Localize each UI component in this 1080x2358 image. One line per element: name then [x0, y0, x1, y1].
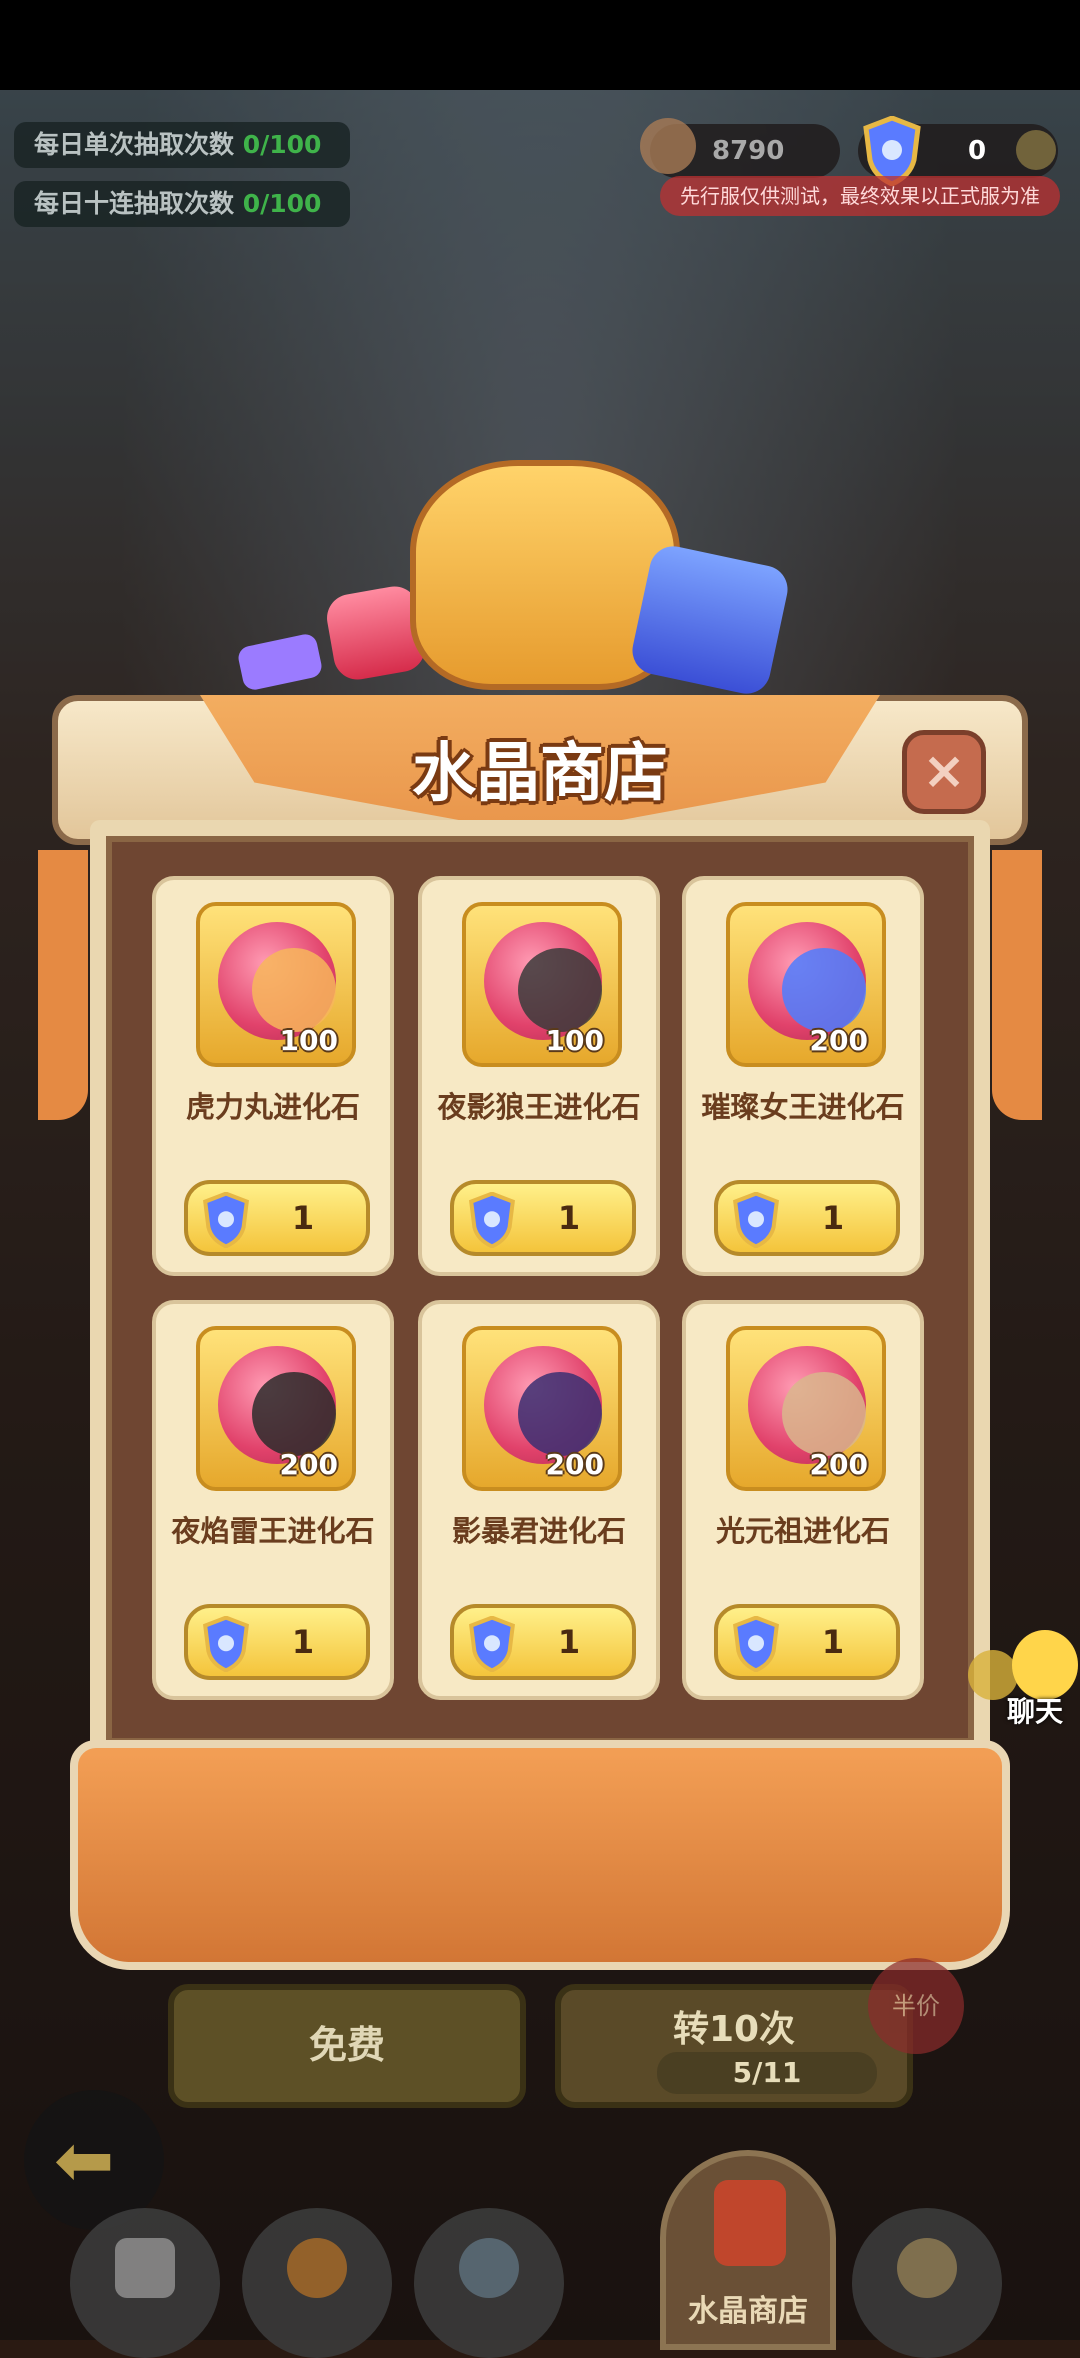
crystal-shield-icon	[198, 1191, 254, 1249]
evolution-stone-icon	[484, 922, 602, 1040]
crystal-shield-icon	[728, 1191, 784, 1249]
buy-button[interactable]: 1	[714, 1604, 900, 1680]
test-server-notice: 先行服仅供测试，最终效果以正式服为准	[660, 176, 1060, 216]
creature-portrait-icon	[782, 948, 866, 1032]
evolution-stone-icon	[748, 922, 866, 1040]
shop-item-card[interactable]: 200 璀璨女王进化石 1	[682, 876, 924, 1276]
item-quantity: 100	[545, 1024, 604, 1057]
back-arrow-icon: ⬅	[54, 2118, 115, 2202]
buy-button[interactable]: 1	[184, 1604, 370, 1680]
daily-ten-draw-counter: 每日十连抽取次数 0/100	[14, 181, 350, 227]
creature-portrait-icon	[782, 1372, 866, 1456]
shop-stall-icon	[714, 2180, 786, 2266]
free-draw-button[interactable]: 免费	[168, 1984, 526, 2108]
daily-single-value: 0/100	[242, 130, 322, 159]
item-name: 夜影狼王进化石	[437, 1090, 641, 1124]
bottom-tab-5[interactable]	[852, 2208, 1002, 2358]
buy-button[interactable]: 1	[714, 1180, 900, 1256]
cards-icon	[115, 2238, 175, 2298]
evolution-stone-icon	[748, 1346, 866, 1464]
daily-ten-value: 0/100	[242, 189, 322, 218]
portal-icon	[459, 2238, 519, 2298]
buy-button[interactable]: 1	[184, 1180, 370, 1256]
item-price: 1	[821, 1199, 845, 1237]
item-price: 1	[557, 1623, 581, 1661]
coins-value: 8790	[712, 136, 785, 166]
coin-icon	[640, 118, 696, 174]
crystal-shield-icon	[464, 1615, 520, 1673]
item-name: 夜焰雷王进化石	[171, 1514, 375, 1548]
shop-item-card[interactable]: 100 虎力丸进化石 1	[152, 876, 394, 1276]
evolution-stone-frame: 200	[196, 1326, 356, 1491]
item-quantity: 200	[545, 1448, 604, 1481]
half-price-badge: 半价	[868, 1958, 964, 2054]
curtain-right	[992, 850, 1042, 1120]
ten-draw-count: 5/11	[657, 2052, 877, 2094]
item-quantity: 200	[809, 1024, 868, 1057]
creature-portrait-icon	[518, 1372, 602, 1456]
buy-button[interactable]: 1	[450, 1604, 636, 1680]
status-bar	[0, 0, 1080, 90]
item-quantity: 200	[809, 1448, 868, 1481]
shop-title: 水晶商店	[412, 737, 668, 811]
creature-portrait-icon	[252, 948, 336, 1032]
evolution-stone-frame: 200	[726, 1326, 886, 1491]
evolution-stone-frame: 200	[726, 902, 886, 1067]
item-name: 光元祖进化石	[715, 1514, 890, 1548]
evolution-stone-icon	[218, 1346, 336, 1464]
bottom-tab-2[interactable]	[242, 2208, 392, 2358]
item-name: 虎力丸进化石	[185, 1090, 360, 1124]
evolution-stone-icon	[484, 1346, 602, 1464]
buy-button[interactable]: 1	[450, 1180, 636, 1256]
evolution-stone-frame: 100	[462, 902, 622, 1067]
item-name: 影暴君进化石	[451, 1514, 626, 1548]
bottom-banner-decoration	[70, 1740, 1010, 1970]
bottom-tab-1[interactable]	[70, 2208, 220, 2358]
item-price: 1	[291, 1623, 315, 1661]
curtain-left	[38, 850, 88, 1120]
crystal-shield-icon	[728, 1615, 784, 1673]
free-draw-label: 免费	[308, 2023, 385, 2067]
item-price: 1	[821, 1623, 845, 1661]
trophy-icon	[897, 2238, 957, 2298]
daily-single-label: 每日单次抽取次数	[34, 130, 235, 159]
item-price: 1	[291, 1199, 315, 1237]
creature-portrait-icon	[518, 948, 602, 1032]
evolution-stone-icon	[218, 922, 336, 1040]
shop-item-card[interactable]: 200 夜焰雷王进化石 1	[152, 1300, 394, 1700]
item-name: 璀璨女王进化石	[701, 1090, 905, 1124]
evolution-stone-frame: 100	[196, 902, 356, 1067]
ten-draw-button[interactable]: 转10次 5/11	[555, 1984, 913, 2108]
evolution-stone-frame: 200	[462, 1326, 622, 1491]
item-price: 1	[557, 1199, 581, 1237]
bottom-tab-3[interactable]	[414, 2208, 564, 2358]
ten-draw-label: 转10次	[672, 2009, 796, 2050]
crystal-shield-icon	[464, 1191, 520, 1249]
item-quantity: 200	[279, 1448, 338, 1481]
close-button[interactable]: ×	[902, 730, 986, 814]
chat-button[interactable]: 聊天	[968, 1630, 1078, 1740]
creature-egg-icon	[287, 2238, 347, 2298]
crystal-value: 0	[968, 136, 987, 166]
daily-ten-label: 每日十连抽取次数	[34, 189, 235, 218]
crystal-shield-icon	[198, 1615, 254, 1673]
shop-item-card[interactable]: 200 影暴君进化石 1	[418, 1300, 660, 1700]
bottom-tab-crystal-shop[interactable]: 水晶商店	[660, 2150, 836, 2350]
daily-single-draw-counter: 每日单次抽取次数 0/100	[14, 122, 350, 168]
shop-item-card[interactable]: 100 夜影狼王进化石 1	[418, 876, 660, 1276]
crystal-shop-tab-label: 水晶商店	[688, 2294, 808, 2329]
close-icon: ×	[922, 741, 966, 801]
chat-label: 聊天	[1006, 1695, 1063, 1728]
item-quantity: 100	[279, 1024, 338, 1057]
creature-portrait-icon	[252, 1372, 336, 1456]
shop-item-card[interactable]: 200 光元祖进化石 1	[682, 1300, 924, 1700]
add-crystal-button[interactable]	[1016, 130, 1056, 170]
